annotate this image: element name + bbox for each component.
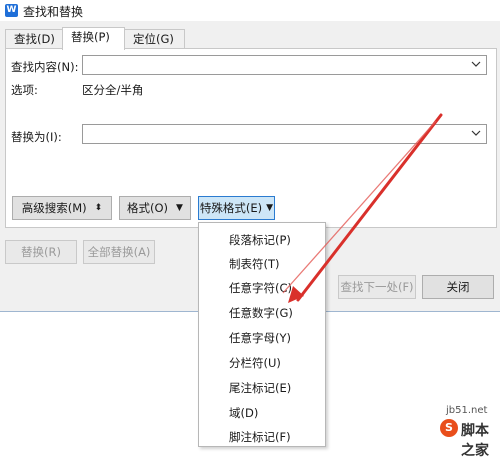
double-chevron-icon: ⬍ — [94, 203, 103, 213]
wps-writer-icon: W — [5, 4, 18, 17]
options-value: 区分全/半角 — [82, 83, 144, 97]
advanced-search-label: 高级搜索(M) — [21, 201, 87, 215]
advanced-search-button[interactable]: 高级搜索(M) ⬍ — [12, 196, 112, 220]
menu-item-any-digit[interactable]: 任意数字(G) — [229, 305, 293, 321]
tab-replace[interactable]: 替换(P) — [62, 27, 125, 50]
tab-find[interactable]: 查找(D) — [5, 29, 65, 49]
menu-item-tab-char[interactable]: 制表符(T) — [229, 256, 280, 272]
close-button[interactable]: 关闭 — [422, 275, 494, 299]
options-label: 选项: — [11, 83, 38, 97]
special-format-label: 特殊格式(E) — [199, 201, 263, 215]
replace-label: 替换为(I): — [11, 130, 62, 144]
chevron-down-icon[interactable] — [471, 128, 481, 138]
special-format-menu: 段落标记(P) 制表符(T) 任意字符(C) 任意数字(G) 任意字母(Y) 分… — [198, 222, 326, 447]
menu-item-endnote-mark[interactable]: 尾注标记(E) — [229, 380, 291, 396]
site-logo-icon: S — [440, 419, 458, 437]
watermark-url: jb51.net — [446, 405, 488, 416]
menu-item-any-char[interactable]: 任意字符(C) — [229, 280, 292, 296]
format-label: 格式(O) — [127, 201, 169, 215]
replace-all-button[interactable]: 全部替换(A) — [83, 240, 155, 264]
replace-button[interactable]: 替换(R) — [5, 240, 77, 264]
window-title: 查找和替换 — [23, 5, 84, 19]
chevron-down-icon[interactable] — [471, 59, 481, 69]
menu-item-footnote-mark[interactable]: 脚注标记(F) — [229, 429, 291, 445]
dropdown-triangle-icon: ▼ — [176, 203, 183, 213]
menu-item-any-letter[interactable]: 任意字母(Y) — [229, 330, 291, 346]
tab-goto[interactable]: 定位(G) — [124, 29, 185, 49]
find-next-button[interactable]: 查找下一处(F) — [338, 275, 416, 299]
watermark-text: 脚本之家 — [461, 423, 489, 459]
find-input[interactable] — [82, 55, 487, 75]
title-bar: W 查找和替换 — [0, 0, 500, 21]
menu-item-field[interactable]: 域(D) — [229, 405, 258, 421]
special-format-button[interactable]: 特殊格式(E) ▼ — [198, 196, 275, 220]
find-label: 查找内容(N): — [11, 60, 79, 74]
replace-input[interactable] — [82, 124, 487, 144]
format-button[interactable]: 格式(O) ▼ — [119, 196, 191, 220]
menu-item-paragraph-mark[interactable]: 段落标记(P) — [229, 232, 291, 248]
menu-item-column-break[interactable]: 分栏符(U) — [229, 355, 281, 371]
dropdown-triangle-icon: ▼ — [266, 203, 274, 213]
